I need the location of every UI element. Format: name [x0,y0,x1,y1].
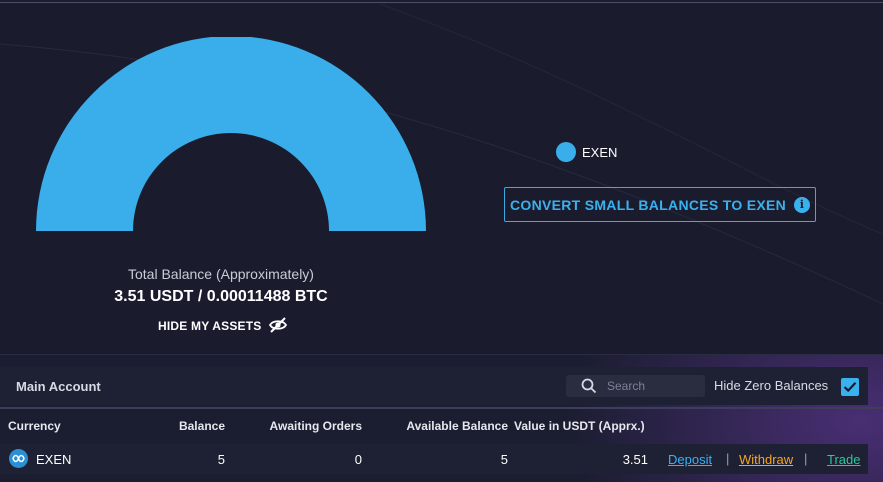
checkmark-icon [843,382,857,393]
row-balance: 5 [217,452,225,467]
row-available-balance: 5 [500,452,508,467]
balance-summary-card: Total Balance (Approximately) 3.51 USDT … [0,4,883,355]
action-separator: | [804,451,808,466]
header-balance: Balance [178,419,225,433]
exen-coin-icon [9,449,28,468]
header-awaiting-orders: Awaiting Orders [269,419,362,433]
account-title: Main Account [16,379,101,394]
search-box[interactable] [566,375,705,397]
hide-zero-balances-label: Hide Zero Balances [714,378,829,393]
search-icon [581,378,597,394]
hide-assets-label: HIDE MY ASSETS [158,319,262,333]
table-row: EXEN 5 0 5 3.51 Deposit | Withdraw | Tra… [0,444,868,474]
hide-assets-button[interactable]: HIDE MY ASSETS [158,316,288,336]
header-value-usdt: Value in USDT (Apprx.) [514,419,645,433]
header-currency: Currency [8,419,61,433]
account-toolbar: Main Account Hide Zero Balances [0,367,868,405]
top-border [0,2,883,3]
row-awaiting-orders: 0 [354,452,362,467]
eye-slash-icon [268,316,288,336]
donut-slice-exen [36,37,426,231]
total-balance-label: Total Balance (Approximately) [128,266,314,282]
info-icon[interactable]: i [794,196,811,213]
legend-label-exen: EXEN [582,144,618,160]
total-balance-value: 3.51 USDT / 0.00011488 BTC [114,288,328,305]
legend-swatch-exen [556,142,576,162]
convert-small-balances-button[interactable]: CONVERT SMALL BALANCES TO EXEN i [504,187,816,222]
action-separator: | [726,451,730,466]
withdraw-link[interactable]: Withdraw [739,452,793,467]
balance-donut-chart [36,37,426,231]
convert-button-label: CONVERT SMALL BALANCES TO EXEN [509,196,787,213]
header-available-balance: Available Balance [406,419,508,433]
chart-legend: EXEN [556,142,617,162]
trade-link[interactable]: Trade [827,452,860,467]
table-header: Currency Balance Awaiting Orders Availab… [0,411,883,439]
deposit-link[interactable]: Deposit [668,452,712,467]
row-currency: EXEN [36,452,72,467]
search-input[interactable] [605,378,701,394]
table-divider [0,407,883,409]
row-value-usdt: 3.51 [622,452,648,467]
hide-zero-balances-checkbox[interactable] [841,378,859,396]
